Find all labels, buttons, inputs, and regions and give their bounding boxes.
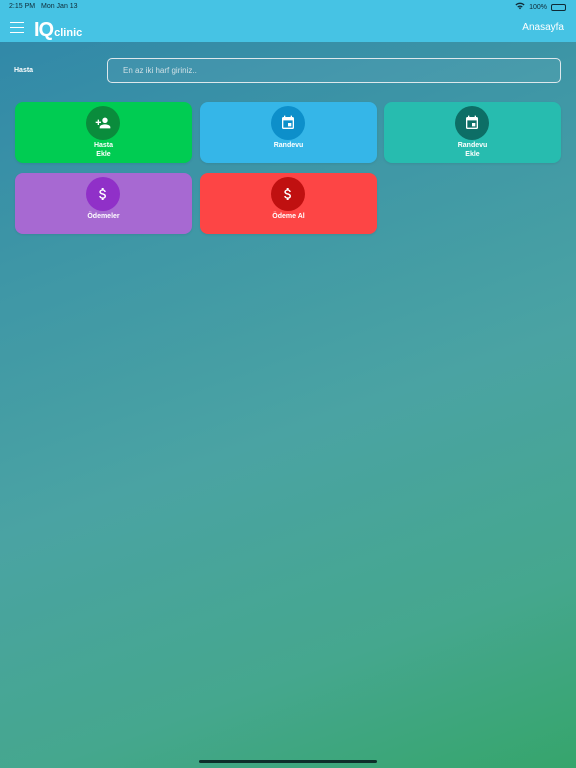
tile-receive-payment[interactable]: Ödeme Al: [200, 173, 377, 234]
logo-mark: IQ: [34, 19, 54, 41]
tile-label: Ödemeler: [87, 213, 120, 220]
tile-label: Randevu Ekle: [457, 142, 488, 158]
wifi-icon: [515, 2, 525, 12]
tile-label: Randevu: [273, 142, 304, 149]
tile-appointments[interactable]: Randevu: [200, 102, 377, 163]
dollar-icon: [86, 177, 120, 211]
status-time: 2:15 PM: [9, 3, 36, 10]
tile-add-appointment[interactable]: Randevu Ekle: [384, 102, 561, 163]
patient-search-row: Hasta: [0, 58, 576, 84]
menu-icon[interactable]: [10, 22, 24, 34]
calendar-icon: [271, 106, 305, 140]
page-title: Anasayfa: [522, 22, 564, 33]
status-bar: 2:15 PM Mon Jan 13 100%: [0, 0, 576, 14]
logo-text: clinic: [54, 27, 83, 39]
patient-search-input[interactable]: [107, 58, 561, 83]
tile-add-patient[interactable]: Hasta Ekle: [15, 102, 192, 163]
app-logo: IQ clinic: [34, 18, 82, 40]
search-label: Hasta: [14, 67, 34, 74]
battery-icon: [551, 3, 566, 11]
tile-label: Ödeme Al: [272, 213, 305, 220]
dollar-icon: [271, 177, 305, 211]
battery-percent: 100%: [529, 3, 547, 11]
calendar-icon: [455, 106, 489, 140]
tile-payments[interactable]: Ödemeler: [15, 173, 192, 234]
home-indicator[interactable]: [199, 760, 377, 763]
add-user-icon: [86, 106, 120, 140]
tile-label: Hasta Ekle: [93, 142, 114, 158]
navigation-bar: IQ clinic Anasayfa: [0, 14, 576, 42]
status-indicators: 100%: [515, 2, 566, 12]
status-date: Mon Jan 13: [41, 3, 78, 10]
